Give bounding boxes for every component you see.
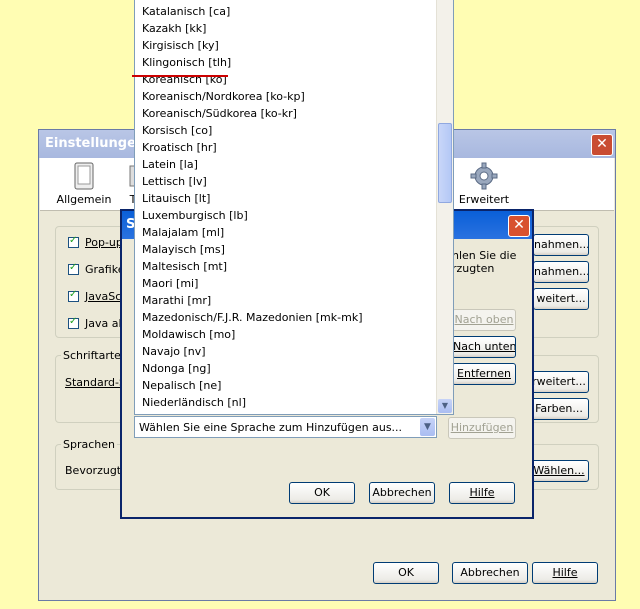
settings-ok-button[interactable]: OK bbox=[373, 562, 439, 584]
language-list-item[interactable]: Kirgisisch [ky] bbox=[142, 39, 219, 52]
scroll-down-icon[interactable]: ▼ bbox=[438, 399, 452, 413]
language-list-item[interactable]: Nepalisch [ne] bbox=[142, 379, 221, 392]
language-list-item[interactable]: Kaschmiri [ks] bbox=[142, 0, 220, 1]
highlight-underline bbox=[132, 75, 228, 77]
language-list-item[interactable]: Kazakh [kk] bbox=[142, 22, 206, 35]
remove-button[interactable]: Entfernen bbox=[452, 363, 516, 385]
language-list-item[interactable]: Mazedonisch/F.J.R. Mazedonien [mk-mk] bbox=[142, 311, 362, 324]
add-language-combo[interactable]: Wählen Sie eine Sprache zum Hinzufügen a… bbox=[134, 416, 437, 438]
choose-languages-button[interactable]: Wählen... bbox=[529, 460, 589, 482]
list-scrollbar[interactable]: ▼ bbox=[436, 0, 453, 414]
languages-help-button[interactable]: Hilfe bbox=[449, 482, 515, 504]
language-list-item[interactable]: Moldawisch [mo] bbox=[142, 328, 235, 341]
images-exceptions-button[interactable]: nahmen... bbox=[533, 261, 589, 283]
languages-ok-button[interactable]: OK bbox=[289, 482, 355, 504]
images-label: Grafike bbox=[85, 263, 125, 276]
language-list-item[interactable]: Malajalam [ml] bbox=[142, 226, 224, 239]
settings-title: Einstellungen bbox=[45, 136, 146, 151]
chevron-down-icon[interactable]: ▼ bbox=[420, 418, 435, 436]
general-icon bbox=[74, 162, 94, 190]
languages-dialog-close-icon[interactable]: ✕ bbox=[508, 215, 530, 237]
language-list-item[interactable]: Navajo [nv] bbox=[142, 345, 206, 358]
language-list-item[interactable]: Malayisch [ms] bbox=[142, 243, 225, 256]
preferred-languages-label: Bevorzugte bbox=[65, 464, 128, 477]
add-language-combo-value: Wählen Sie eine Sprache zum Hinzufügen a… bbox=[139, 421, 403, 434]
popup-label: Pop-up bbox=[85, 236, 123, 249]
fonts-advanced-button[interactable]: rweitert... bbox=[529, 371, 589, 393]
language-list-item[interactable]: Litauisch [lt] bbox=[142, 192, 210, 205]
popup-checkbox[interactable] bbox=[68, 235, 79, 248]
language-list-item[interactable]: Koreanisch/Südkorea [ko-kr] bbox=[142, 107, 297, 120]
language-dropdown-list: Kaschmiri [ks] Katalanisch [ca] Kazakh [kk… bbox=[134, 0, 454, 415]
javascript-advanced-button[interactable]: weitert... bbox=[533, 288, 589, 310]
move-down-button[interactable]: Nach unten bbox=[452, 336, 516, 358]
tab-advanced[interactable]: Erweitert bbox=[454, 162, 514, 206]
languages-intro-line2: rzugten bbox=[452, 262, 495, 275]
language-list-item[interactable]: Latein [la] bbox=[142, 158, 198, 171]
languages-legend: Sprachen bbox=[61, 438, 117, 451]
tab-general-label: Allgemein bbox=[56, 193, 112, 206]
language-list-item[interactable]: Lettisch [lv] bbox=[142, 175, 207, 188]
languages-cancel-button[interactable]: Abbrechen bbox=[369, 482, 435, 504]
language-list-item[interactable]: Ndonga [ng] bbox=[142, 362, 211, 375]
list-scrollbar-thumb[interactable] bbox=[438, 123, 452, 203]
javascript-checkbox[interactable] bbox=[68, 289, 79, 302]
images-checkbox[interactable] bbox=[68, 262, 79, 275]
languages-intro-line1: hlen Sie die bbox=[452, 249, 517, 262]
language-list-item[interactable]: Kroatisch [hr] bbox=[142, 141, 217, 154]
popup-exceptions-button[interactable]: nahmen... bbox=[533, 234, 589, 256]
move-up-button[interactable]: Nach oben bbox=[452, 309, 516, 331]
language-list-item[interactable]: Koreanisch/Nordkorea [ko-kp] bbox=[142, 90, 305, 103]
tab-advanced-label: Erweitert bbox=[458, 193, 510, 206]
javascript-label: JavaSc bbox=[85, 290, 122, 303]
add-language-button[interactable]: Hinzufügen bbox=[448, 417, 516, 439]
settings-cancel-button[interactable]: Abbrechen bbox=[452, 562, 528, 584]
language-list-item[interactable]: Korsisch [co] bbox=[142, 124, 212, 137]
language-list-item[interactable]: Maori [mi] bbox=[142, 277, 198, 290]
colors-button[interactable]: Farben... bbox=[529, 398, 589, 420]
language-list-item[interactable]: Klingonisch [tlh] bbox=[142, 56, 231, 69]
language-list-item[interactable]: Luxemburgisch [lb] bbox=[142, 209, 248, 222]
language-list-item[interactable]: Niederländisch [nl] bbox=[142, 396, 246, 409]
settings-close-icon[interactable]: ✕ bbox=[591, 134, 613, 156]
language-list-item[interactable]: Katalanisch [ca] bbox=[142, 5, 230, 18]
language-list-item[interactable]: Marathi [mr] bbox=[142, 294, 211, 307]
java-label: Java al bbox=[85, 317, 122, 330]
language-list-item[interactable]: Maltesisch [mt] bbox=[142, 260, 227, 273]
settings-help-button[interactable]: Hilfe bbox=[532, 562, 598, 584]
gear-icon bbox=[470, 162, 498, 190]
java-checkbox[interactable] bbox=[68, 316, 79, 329]
tab-general[interactable]: Allgemein bbox=[54, 162, 114, 206]
